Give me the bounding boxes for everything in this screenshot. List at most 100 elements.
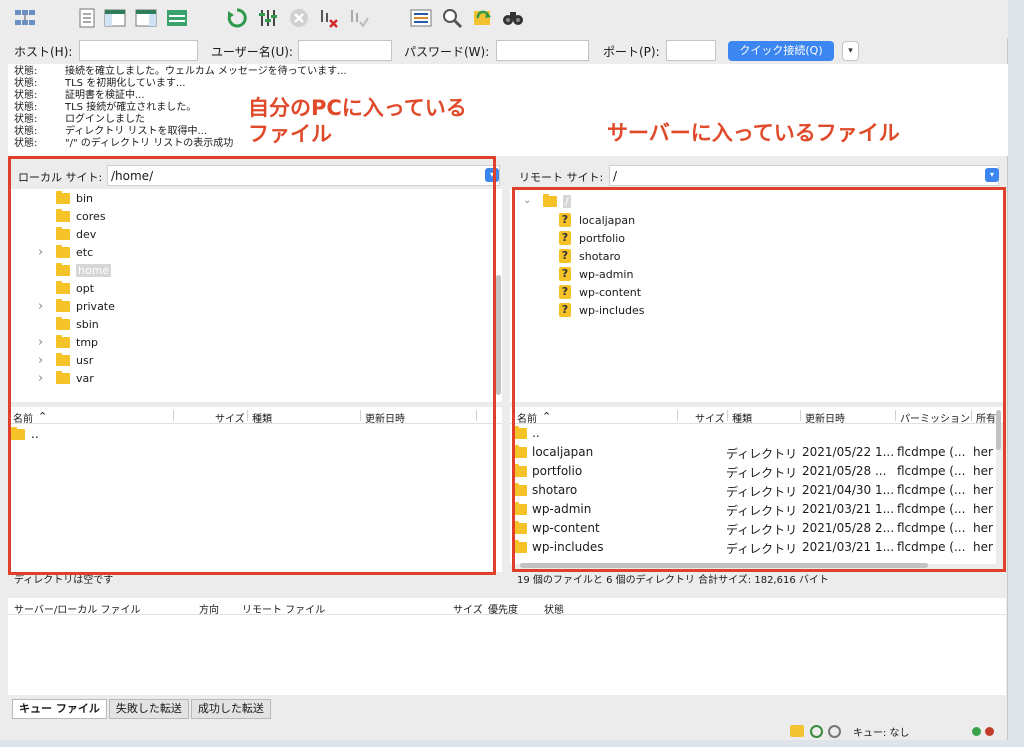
directory-listing-filters-icon[interactable] (410, 7, 432, 29)
queue-list[interactable] (8, 615, 1006, 695)
remote-tree-icon[interactable] (135, 7, 157, 29)
remote-tree-item[interactable]: ? portfolio (559, 229, 625, 247)
local-file-list[interactable]: .. (8, 424, 502, 572)
local-tree-item[interactable]: private (56, 297, 115, 315)
local-col-type[interactable]: 種類 (252, 410, 272, 425)
local-directory-tree[interactable]: bin cores dev › etc home opt › private sbin › tmp › u… (8, 189, 502, 402)
remote-tree-item[interactable]: ? shotaro (559, 247, 621, 265)
queue-col-size[interactable]: サイズ (453, 601, 483, 616)
queue-col-status[interactable]: 状態 (544, 601, 564, 616)
reconnect-icon[interactable] (348, 7, 370, 29)
expand-chevron-icon[interactable]: › (38, 245, 43, 260)
log-kind: 状態: (14, 138, 38, 149)
tab-successful-transfers[interactable]: 成功した転送 (190, 699, 271, 719)
local-tree-item[interactable]: dev (56, 225, 96, 243)
remote-file-type: ディレクトリ (726, 466, 798, 480)
remote-col-type[interactable]: 種類 (732, 410, 752, 425)
local-tree-label: cores (76, 209, 106, 223)
remote-tree-label: portfolio (579, 231, 625, 245)
remote-col-name[interactable]: 名前 (517, 410, 537, 425)
remote-file-row[interactable]: wp-content ディレクトリ 2021/05/28 2... flcdmpe (… (510, 519, 996, 538)
expand-chevron-icon[interactable]: › (38, 335, 43, 350)
message-log-icon[interactable] (76, 7, 98, 29)
local-site-label: ローカル サイト: (18, 171, 103, 184)
tab-queued-files[interactable]: キュー ファイル (12, 699, 107, 719)
queue-col-remote[interactable]: リモート ファイル (242, 601, 325, 616)
local-tree-item[interactable]: var (56, 369, 94, 387)
lock-icon (790, 725, 804, 737)
remote-col-size[interactable]: サイズ (695, 410, 725, 425)
remote-tree-item[interactable]: ? localjapan (559, 211, 635, 229)
sort-asc-icon: ⌃ (542, 410, 552, 423)
remote-file-row[interactable]: portfolio ディレクトリ 2021/05/28 ... flcdmpe (..… (510, 462, 996, 481)
remote-file-row[interactable]: wp-admin ディレクトリ 2021/03/21 1... flcdmpe (..… (510, 500, 996, 519)
local-col-name[interactable]: 名前 (13, 410, 33, 425)
expand-chevron-icon[interactable]: › (38, 299, 43, 314)
remote-file-modified: 2021/05/28 ... (802, 464, 887, 478)
port-input[interactable] (666, 40, 716, 61)
queue-col-file[interactable]: サーバー/ローカル ファイル (14, 601, 140, 616)
local-file-row[interactable]: .. (8, 425, 502, 444)
cancel-icon[interactable] (288, 7, 310, 29)
local-path-input[interactable]: /home/ (107, 165, 500, 186)
remote-file-row[interactable]: .. (510, 424, 996, 443)
queue-col-priority[interactable]: 優先度 (488, 601, 518, 616)
process-queue-icon[interactable] (257, 7, 279, 29)
remote-col-owner[interactable]: 所有 (976, 410, 996, 425)
local-col-modified[interactable]: 更新日時 (365, 410, 405, 425)
column-divider (895, 410, 896, 421)
remote-root-row[interactable]: / (543, 192, 571, 210)
username-input[interactable] (298, 40, 392, 61)
local-tree-item[interactable]: tmp (56, 333, 98, 351)
sync-browse-icon[interactable] (472, 7, 494, 29)
local-tree-item[interactable]: opt (56, 279, 94, 297)
local-col-size[interactable]: サイズ (215, 410, 245, 425)
quickconnect-history-dropdown[interactable]: ▾ (842, 41, 859, 61)
queue-col-direction[interactable]: 方向 (199, 601, 219, 616)
local-tree-icon[interactable] (104, 7, 126, 29)
download-indicator-icon (984, 726, 994, 736)
compare-directories-icon[interactable] (441, 7, 463, 29)
local-tree-label: opt (76, 281, 95, 295)
remote-path-input[interactable]: / (609, 165, 999, 186)
tab-failed-transfers[interactable]: 失敗した転送 (108, 699, 189, 719)
local-tree-item[interactable]: etc (56, 243, 93, 261)
transfer-queue-icon[interactable] (166, 7, 188, 29)
remote-col-permissions[interactable]: パーミッション (900, 410, 970, 425)
local-tree-item[interactable]: sbin (56, 315, 99, 333)
password-input[interactable] (496, 40, 589, 61)
folder-icon (513, 483, 527, 496)
remote-status: 19 個のファイルと 6 個のディレクトリ 合計サイズ: 182,616 バイト (517, 575, 829, 586)
local-tree-item[interactable]: home (56, 261, 112, 279)
local-tree-item[interactable]: cores (56, 207, 106, 225)
remote-directory-tree[interactable]: ⌄ / ? localjapan? portfolio? shotaro? wp-adm… (510, 189, 1006, 402)
search-files-icon[interactable] (502, 7, 524, 29)
local-path-dropdown-icon[interactable]: ▾ (485, 168, 499, 182)
quickconnect-button[interactable]: クイック接続(Q) (728, 41, 834, 61)
expand-chevron-icon[interactable]: › (38, 371, 43, 386)
remote-file-row[interactable]: localjapan ディレクトリ 2021/05/22 1... flcdmpe (… (510, 443, 996, 462)
remote-root-chevron-icon[interactable]: ⌄ (523, 195, 531, 206)
annotation-remote: サーバーに入っているファイル (607, 121, 900, 145)
remote-tree-item[interactable]: ? wp-includes (559, 301, 645, 319)
local-tree-item[interactable]: bin (56, 189, 93, 207)
host-input[interactable] (79, 40, 198, 61)
remote-list-hscrollbar[interactable] (520, 563, 928, 568)
expand-chevron-icon[interactable]: › (38, 353, 43, 368)
remote-list-vscrollbar[interactable] (996, 410, 1001, 450)
disconnect-icon[interactable] (318, 7, 340, 29)
refresh-icon[interactable] (226, 7, 248, 29)
remote-file-row[interactable]: wp-includes ディレクトリ 2021/03/21 1... flcdmpe … (510, 538, 996, 557)
remote-file-row[interactable]: shotaro ディレクトリ 2021/04/30 1... flcdmpe (...… (510, 481, 996, 500)
remote-path-dropdown-icon[interactable]: ▾ (985, 168, 999, 182)
remote-tree-item[interactable]: ? wp-admin (559, 265, 633, 283)
site-manager-icon[interactable] (14, 7, 36, 29)
remote-col-modified[interactable]: 更新日時 (805, 410, 845, 425)
host-label: ホスト(H): (14, 45, 73, 59)
remote-file-list[interactable]: .. localjapan ディレクトリ 2021/05/22 1... flcdmpe… (510, 424, 996, 564)
remote-file-owner: her (973, 445, 993, 459)
local-tree-scrollbar[interactable] (496, 275, 501, 395)
remote-tree-item[interactable]: ? wp-content (559, 283, 641, 301)
local-tree-item[interactable]: usr (56, 351, 93, 369)
upload-indicator-icon (971, 726, 981, 736)
